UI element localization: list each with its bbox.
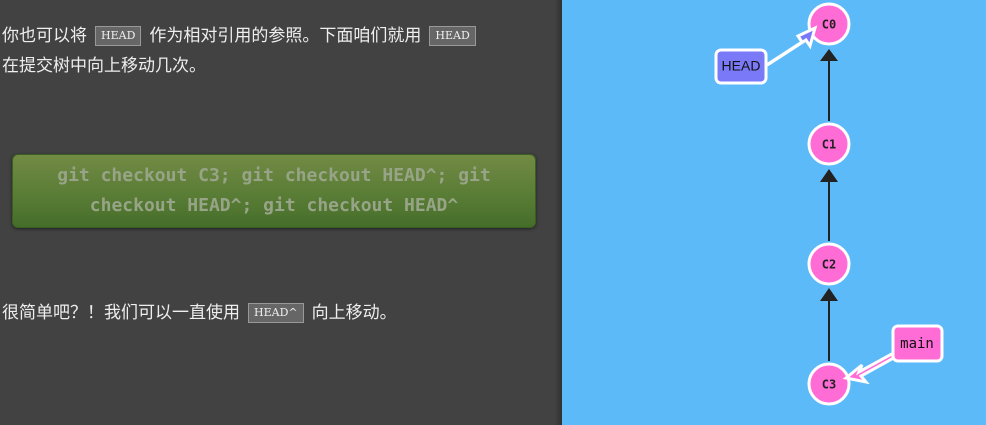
para2-text-a: 很简单吧？！我们可以一直使用 [2, 303, 240, 323]
head-ref-arrow [764, 25, 818, 68]
commit-node-c2[interactable]: C2 [807, 242, 851, 286]
edge-arrowhead-c0 [820, 49, 838, 61]
commit-node-c0[interactable]: C0 [807, 2, 851, 46]
para2-text-b: 向上移动。 [311, 303, 397, 323]
commit-node-c1[interactable]: C1 [807, 122, 851, 166]
commit-label-c0: C0 [822, 18, 836, 32]
commit-label-c2: C2 [822, 258, 836, 272]
instruction-paragraph-1: 你也可以将 HEAD 作为相对引用的参照。下面咱们就用 HEAD 在提交树中向上移动几次… [2, 21, 547, 81]
head-caret-code-tag: HEAD^ [248, 303, 304, 323]
edge-arrowhead-c2 [820, 288, 838, 301]
head-ref-label: HEAD [722, 58, 761, 74]
command-button[interactable]: git checkout C3; git checkout HEAD^; git… [12, 154, 536, 228]
head-code-tag-2: HEAD [429, 26, 476, 46]
para1-text-a: 你也可以将 [2, 26, 87, 46]
command-text: git checkout C3; git checkout HEAD^; git… [57, 165, 491, 216]
edge-arrowhead-c1 [820, 169, 838, 182]
commit-tree-graph: C0 C1 C2 C3 HEAD main [714, 2, 944, 406]
para1-text-b: 作为相对引用的参照。下面咱们就用 [149, 26, 422, 46]
commit-node-c3[interactable]: C3 [807, 362, 851, 406]
main-ref-label: main [900, 336, 934, 352]
commit-tree-panel: C0 C1 C2 C3 HEAD main [562, 0, 986, 425]
commit-label-c3: C3 [822, 378, 836, 392]
commit-label-c1: C1 [822, 138, 836, 152]
instruction-paragraph-2: 很简单吧？！我们可以一直使用 HEAD^ 向上移动。 [2, 298, 547, 328]
para1-text-c: 在提交树中向上移动几次。 [2, 56, 206, 76]
main-ref[interactable]: main [842, 324, 944, 385]
instruction-panel: 你也可以将 HEAD 作为相对引用的参照。下面咱们就用 HEAD 在提交树中向上移动几次… [0, 0, 562, 425]
head-code-tag-1: HEAD [95, 26, 142, 46]
head-ref[interactable]: HEAD [714, 25, 818, 85]
